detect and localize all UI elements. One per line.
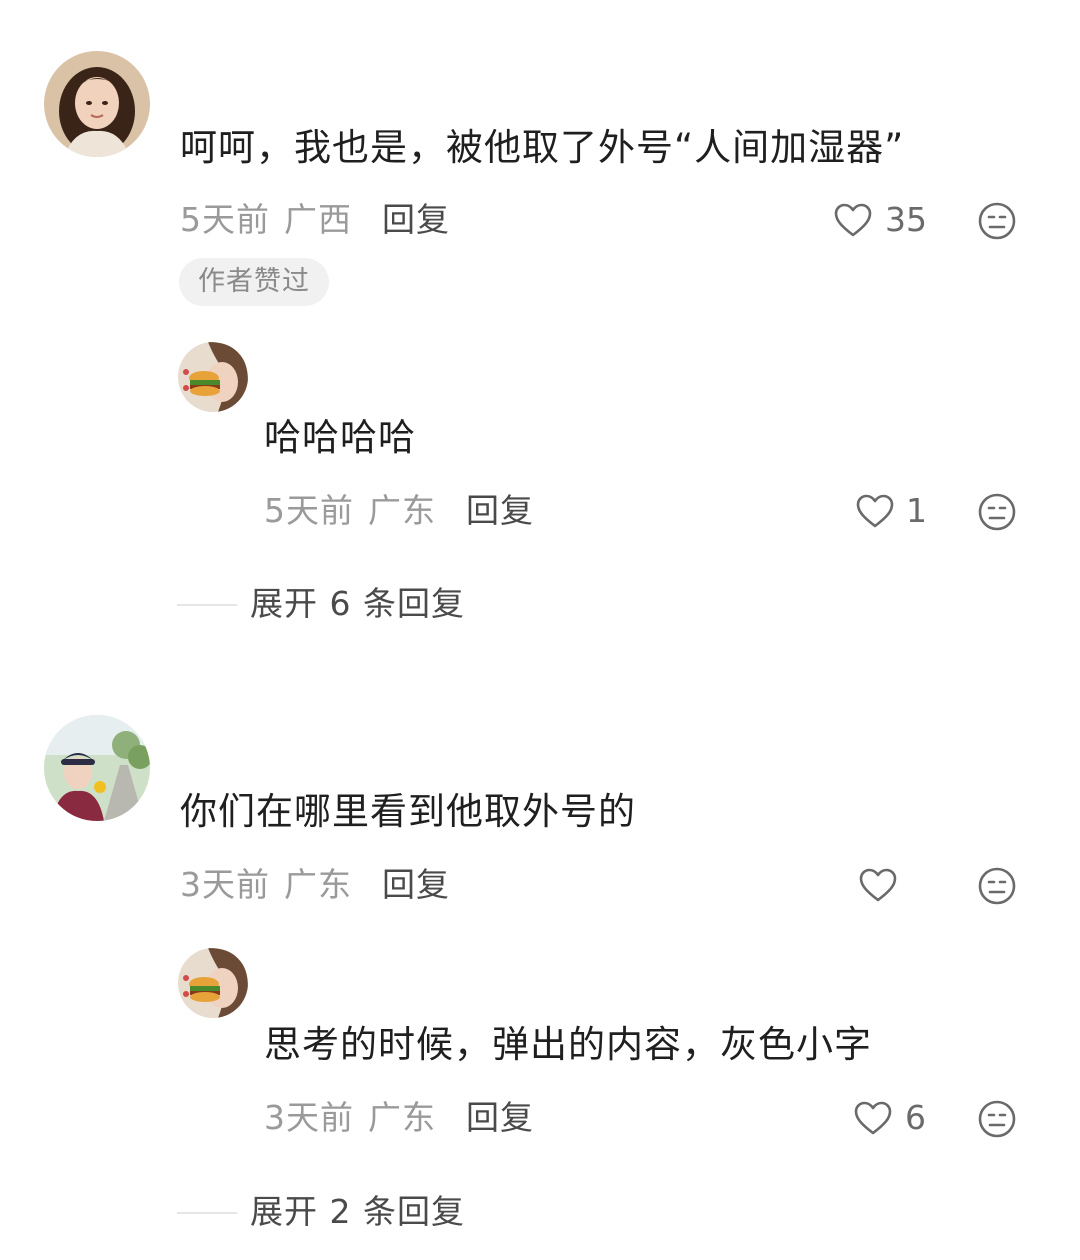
reply-text: 思考的时候，弹出的内容，灰色小字 (264, 1023, 872, 1066)
reply-time: 5天前 (264, 491, 354, 530)
reply-text: 哈哈哈哈 (264, 416, 416, 459)
avatar-image (44, 715, 150, 821)
comment-time: 3天前 (180, 865, 270, 904)
comment-location: 广东 (284, 865, 352, 904)
heart-outline-icon[interactable] (855, 492, 895, 532)
reply-button[interactable]: 回复 (466, 491, 534, 531)
author-liked-badge: 作者赞过 (179, 258, 329, 306)
heart-outline-icon[interactable] (858, 866, 898, 906)
divider (177, 1212, 237, 1214)
reply-button[interactable]: 回复 (466, 1098, 534, 1138)
avatar[interactable] (178, 948, 248, 1018)
avatar[interactable] (44, 715, 150, 821)
expand-replies-button[interactable]: 展开 6 条回复 (250, 584, 465, 624)
reply-location: 广东 (368, 491, 436, 530)
meh-face-icon[interactable] (977, 866, 1017, 906)
meh-face-icon[interactable] (977, 1099, 1017, 1139)
like-count: 6 (905, 1098, 926, 1137)
avatar-image (178, 948, 248, 1018)
avatar[interactable] (44, 51, 150, 157)
comment-text: 呵呵，我也是，被他取了外号“人间加湿器” (180, 126, 905, 169)
comment-time: 5天前 (180, 200, 270, 239)
comment-text: 你们在哪里看到他取外号的 (180, 790, 636, 833)
reply-button[interactable]: 回复 (382, 200, 450, 240)
comment-location: 广西 (284, 200, 352, 239)
avatar-image (178, 342, 248, 412)
heart-outline-icon[interactable] (833, 201, 873, 241)
divider (177, 604, 237, 606)
meh-face-icon[interactable] (977, 201, 1017, 241)
avatar[interactable] (178, 342, 248, 412)
reply-location: 广东 (368, 1098, 436, 1137)
heart-outline-icon[interactable] (853, 1099, 893, 1139)
like-count: 35 (885, 200, 927, 239)
reply-button[interactable]: 回复 (382, 865, 450, 905)
expand-replies-button[interactable]: 展开 2 条回复 (250, 1192, 465, 1232)
avatar-image (44, 51, 150, 157)
reply-time: 3天前 (264, 1098, 354, 1137)
meh-face-icon[interactable] (977, 492, 1017, 532)
like-count: 1 (906, 491, 927, 530)
